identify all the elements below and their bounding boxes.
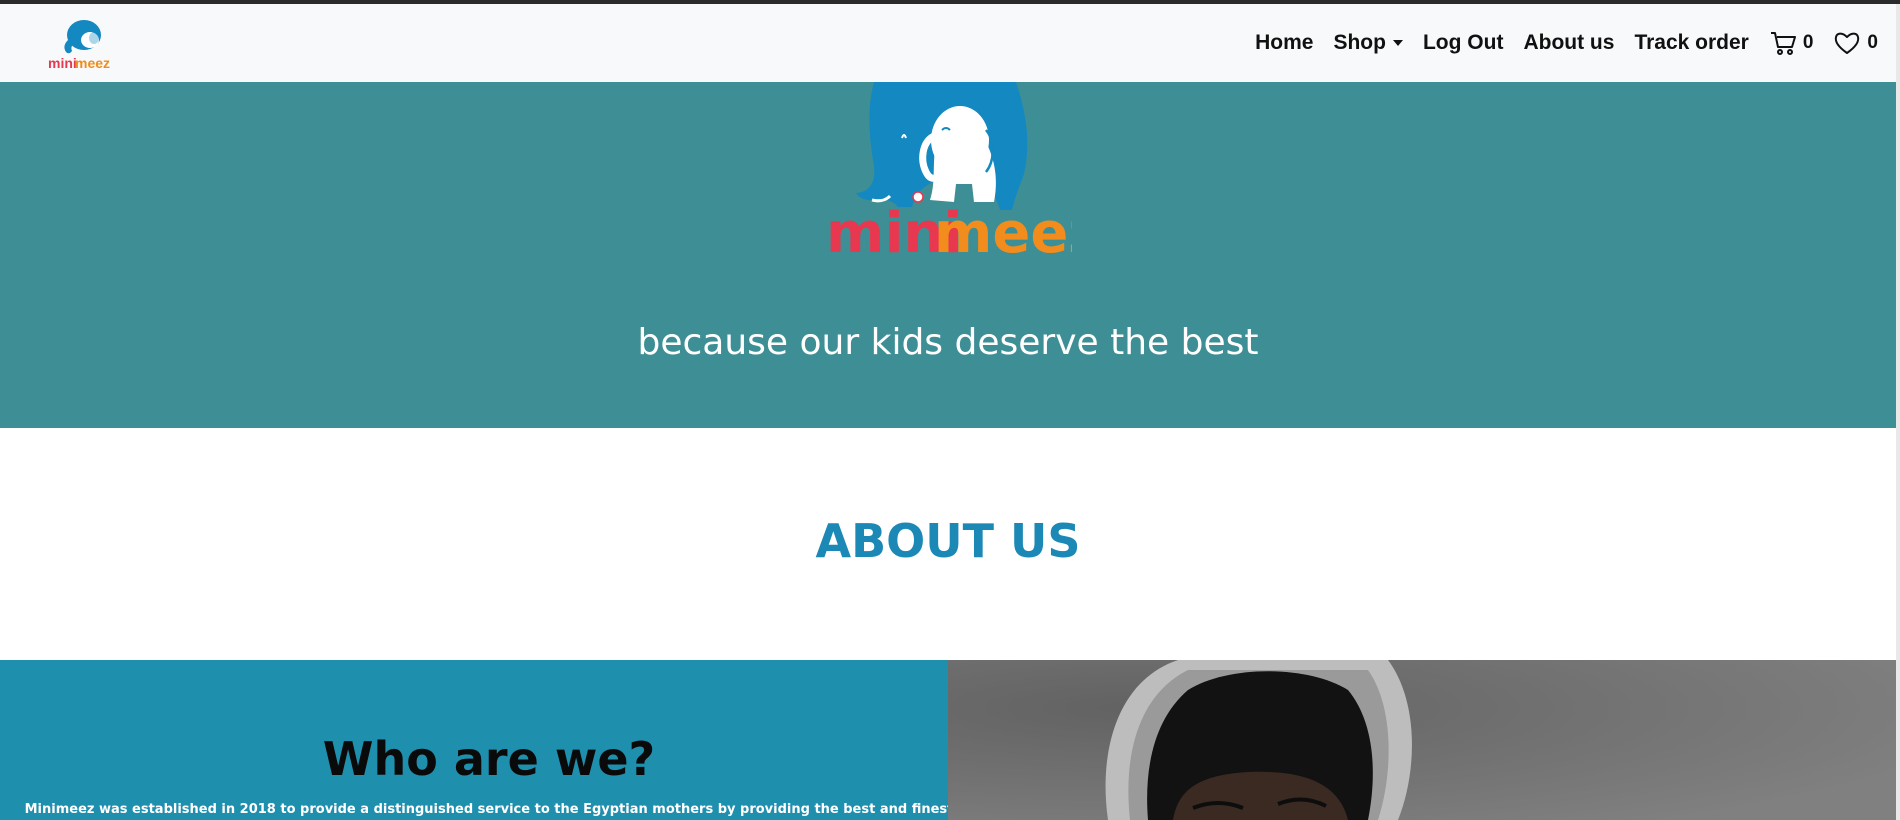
nav-shop-label: Shop [1333, 31, 1386, 54]
nav-home[interactable]: Home [1255, 31, 1313, 55]
brand-logo[interactable]: mini meez [44, 18, 124, 72]
nav-about-us[interactable]: About us [1523, 31, 1614, 55]
cart-count: 0 [1802, 32, 1814, 53]
wishlist-button[interactable]: 0 [1833, 29, 1878, 57]
navbar: mini meez Home Shop Log Out About us Tra… [0, 4, 1896, 83]
child-photo [948, 660, 1896, 820]
elephant-logo-icon: mini meez [48, 20, 110, 71]
hero-banner: mini meez because our kids deserve the b… [0, 82, 1896, 428]
child-hoodie-photo [948, 660, 1896, 820]
who-are-we-heading: Who are we? [322, 732, 656, 786]
elephant-mother-child-icon: mini meez [826, 82, 1101, 266]
nav-logout[interactable]: Log Out [1423, 31, 1503, 55]
who-are-we-text: Minimeez was established in 2018 to prov… [24, 802, 948, 817]
nav-links: Home Shop Log Out About us Track order 0… [1235, 4, 1878, 82]
page-scrollbar[interactable] [1896, 4, 1900, 820]
hero-logo: mini meez [826, 82, 1101, 266]
svg-text:meez: meez [934, 201, 1072, 257]
wishlist-count: 0 [1867, 32, 1878, 53]
caret-down-icon [1392, 40, 1403, 47]
cart-icon [1770, 32, 1796, 55]
heart-icon [1835, 32, 1860, 54]
who-are-we-panel: Who are we? Minimeez was established in … [0, 660, 948, 820]
svg-text:meez: meez [75, 55, 110, 71]
about-us-heading: ABOUT US [815, 514, 1081, 568]
svg-text:mini: mini [48, 55, 77, 71]
hero-tagline: because our kids deserve the best [637, 322, 1259, 363]
nav-track-order[interactable]: Track order [1634, 31, 1748, 55]
nav-shop-dropdown[interactable]: Shop [1333, 31, 1403, 55]
cart-button[interactable]: 0 [1769, 29, 1814, 57]
